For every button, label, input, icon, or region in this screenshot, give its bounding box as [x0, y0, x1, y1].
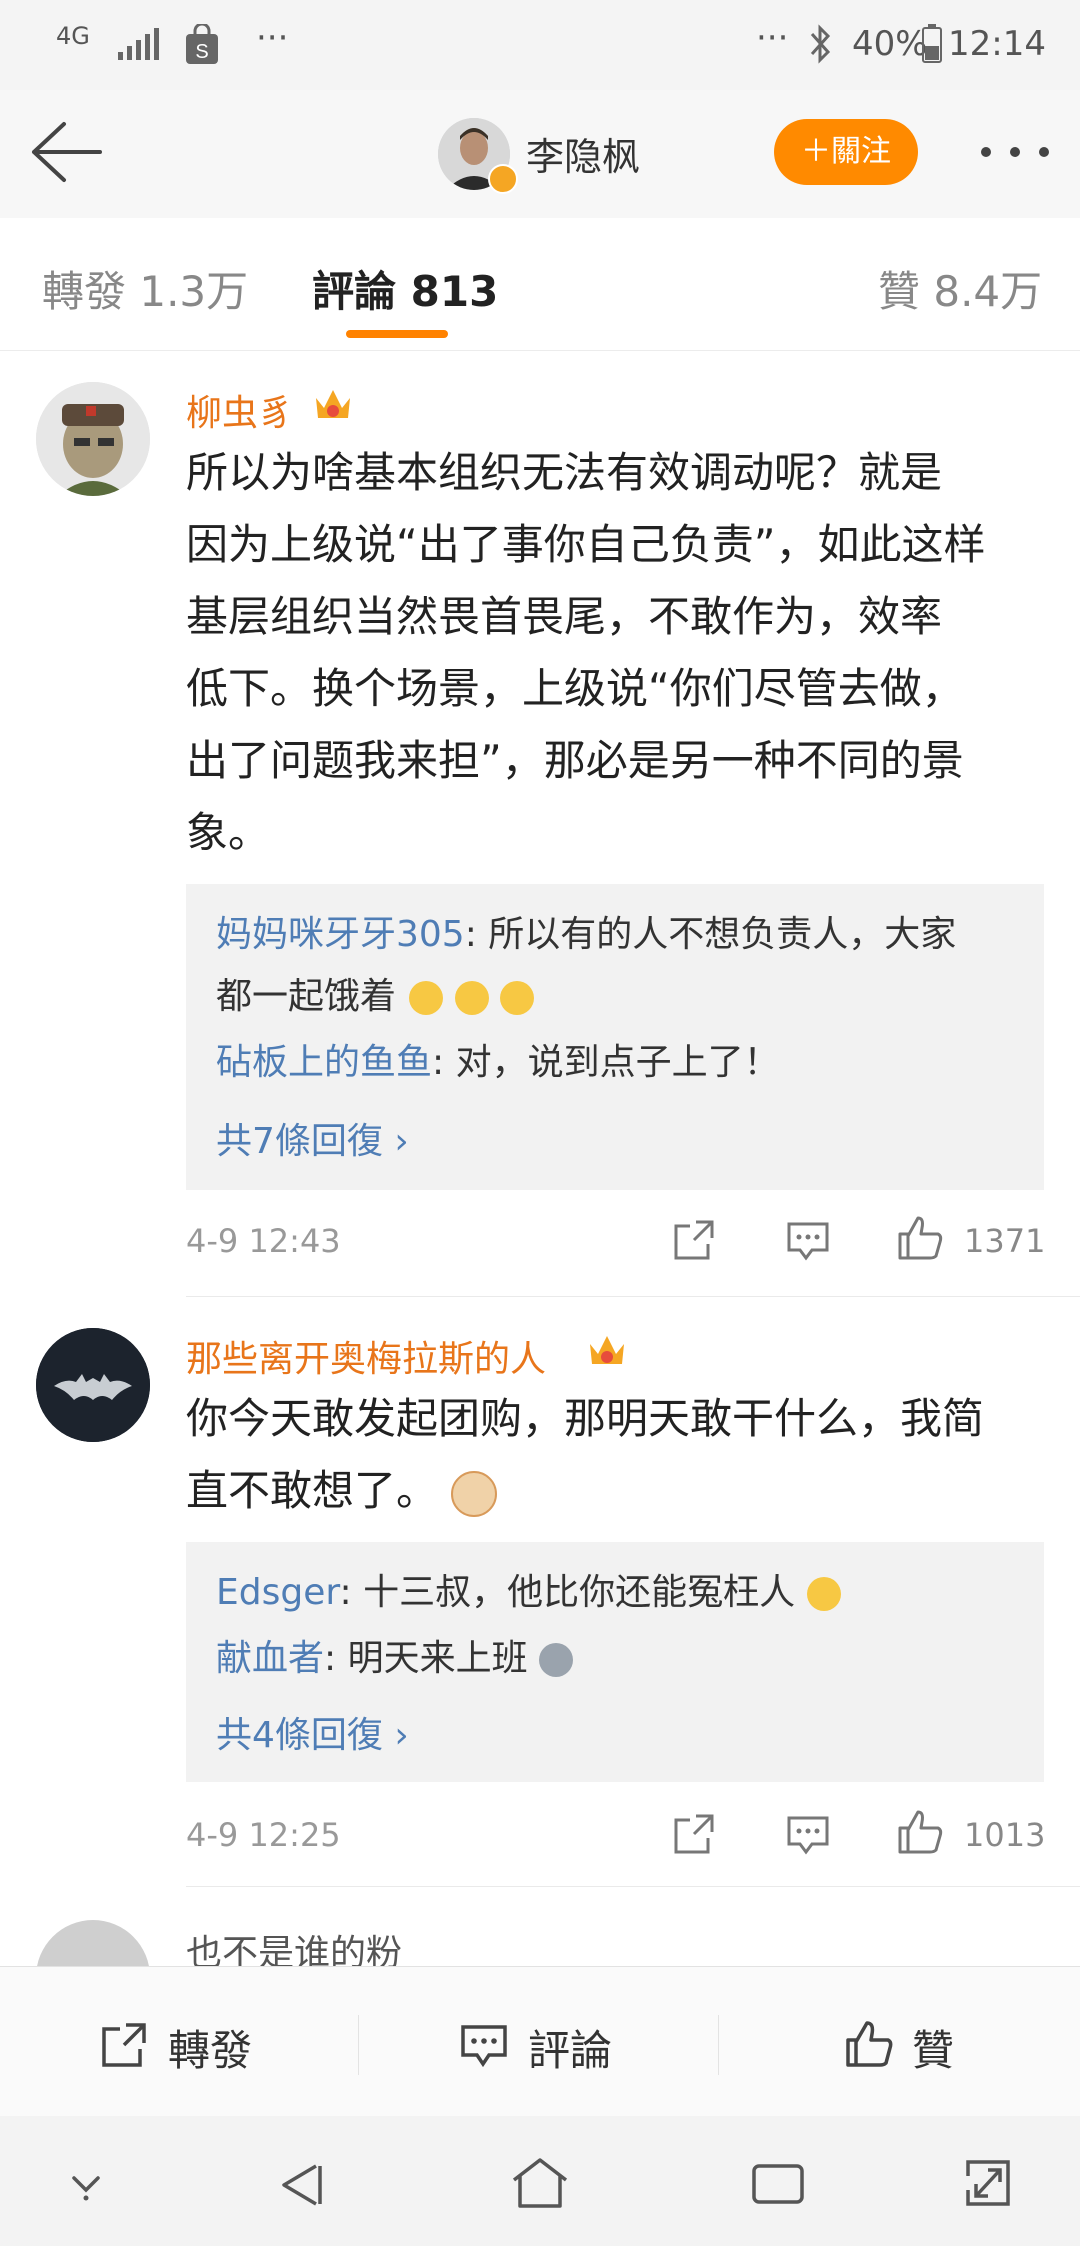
comment-line: 因为上级说“出了事你自己负责”，如此这样	[186, 520, 986, 569]
vip-crown-icon	[590, 1336, 624, 1364]
follow-button[interactable]: ＋關注	[774, 119, 918, 185]
emoji-icon	[500, 981, 535, 1015]
bottom-action-bar: 轉發 評論 贊	[0, 1966, 1080, 2117]
reply-text: : 对，说到点子上了！	[432, 1042, 780, 1083]
comment-time: 4-9 12:25	[186, 1816, 341, 1854]
comment-icon[interactable]	[786, 1220, 830, 1262]
comment-icon[interactable]	[786, 1814, 830, 1856]
reply-username[interactable]: Edsger	[216, 1572, 340, 1613]
tab-likes[interactable]: 贊 8.4万	[878, 258, 1042, 319]
repost-icon[interactable]	[672, 1812, 716, 1856]
svg-text:S: S	[195, 41, 208, 63]
view-all-replies-link[interactable]: 共4條回復 ›	[216, 1706, 409, 1758]
reply-text: : 十三叔，他比你还能冤枉人	[339, 1572, 796, 1613]
reply-username[interactable]: 献血者	[216, 1638, 324, 1679]
fullscreen-toggle-icon[interactable]	[962, 2156, 1014, 2210]
comment-text: 所以为啥基本组织无法有效调动呢？就是 因为上级说“出了事你自己负责”，如此这样 …	[186, 437, 1046, 869]
header: 李隐枫 ＋關注	[0, 90, 1080, 219]
reply-text: : 明天来上班	[324, 1638, 528, 1679]
comment-line: 所以为啥基本组织无法有效调动呢？就是	[186, 448, 943, 497]
tab-reposts[interactable]: 轉發 1.3万	[42, 258, 248, 319]
reply-item: 献血者: 明天来上班	[216, 1628, 1016, 1690]
comment-line: 低下。换个场景，上级说“你们尽管去做，	[186, 664, 964, 713]
clock: 12:14	[948, 24, 1046, 64]
like-count: 1371	[964, 1222, 1046, 1260]
view-all-replies-link[interactable]: 共7條回復 ›	[216, 1112, 409, 1164]
comment-time: 4-9 12:43	[186, 1222, 341, 1260]
commenter-name[interactable]: 那些离开奥梅拉斯的人	[186, 1330, 546, 1382]
home-nav-icon[interactable]	[510, 2156, 570, 2210]
reply-item: 砧板上的鱼鱼: 对，说到点子上了！	[216, 1032, 1016, 1094]
reply-item: 妈妈咪牙牙305: 所以有的人不想负责人，大家	[216, 904, 1016, 966]
reply-item: Edsger: 十三叔，他比你还能冤枉人	[216, 1562, 1016, 1624]
commenter-avatar[interactable]	[36, 382, 150, 496]
shopping-bag-icon: S	[186, 24, 218, 64]
status-bar: 4G S ··· ··· 40% 12:14	[0, 0, 1080, 90]
back-nav-icon[interactable]	[276, 2160, 326, 2210]
reply-username[interactable]: 砧板上的鱼鱼	[216, 1042, 432, 1083]
separator	[718, 2015, 719, 2075]
network-4g-icon: 4G	[56, 22, 90, 50]
like-label: 贊	[912, 2026, 955, 2075]
comment-line: 象。	[186, 808, 271, 857]
comment-divider	[186, 1886, 1080, 1887]
comment-line: 直不敢想了。	[186, 1455, 1046, 1527]
more-status-icon: ···	[756, 18, 789, 58]
battery-icon	[922, 24, 942, 63]
tab-comments[interactable]: 評論 813	[312, 258, 498, 319]
like-thumb-icon[interactable]	[896, 1214, 944, 1262]
verified-badge-icon	[488, 164, 518, 194]
husky-emoji-icon	[539, 1643, 574, 1677]
repost-icon	[102, 2023, 146, 2067]
network-label: 4G	[56, 22, 90, 50]
reply-item-continued: 都一起饿着	[216, 966, 1016, 1028]
commenter-avatar[interactable]	[36, 1328, 150, 1442]
comment-line: 你今天敢发起团购，那明天敢干什么，我简	[186, 1394, 985, 1443]
reply-preview-box[interactable]: 妈妈咪牙牙305: 所以有的人不想负责人，大家 都一起饿着 砧板上的鱼鱼: 对，…	[186, 884, 1044, 1190]
comment-line: 基层组织当然畏首畏尾，不敢作为，效率	[186, 592, 943, 641]
bluetooth-icon	[810, 24, 831, 64]
emoji-icon	[454, 981, 489, 1015]
hide-keyboard-icon[interactable]	[66, 2172, 106, 2202]
battery-percent: 40%	[852, 24, 928, 64]
repost-label: 轉發	[168, 2026, 253, 2075]
more-notifications-icon: ···	[256, 18, 289, 58]
reply-username[interactable]: 妈妈咪牙牙305	[216, 914, 465, 955]
comment-icon	[461, 2025, 507, 2068]
tab-bar: 轉發 1.3万 評論 813 贊 8.4万	[0, 218, 1080, 351]
commenter-name[interactable]: 柳虫豸	[186, 384, 294, 436]
separator	[358, 2015, 359, 2075]
repost-icon[interactable]	[672, 1218, 716, 1262]
laugh-cry-emoji-icon	[806, 1577, 841, 1611]
reply-text: 都一起饿着	[216, 976, 397, 1017]
system-nav-bar	[0, 2116, 1080, 2246]
active-tab-indicator	[346, 330, 448, 338]
like-count: 1013	[964, 1816, 1046, 1854]
reply-text: : 所以有的人不想负责人，大家	[464, 914, 957, 955]
back-arrow-icon[interactable]	[28, 120, 104, 184]
signal-icon	[118, 28, 159, 60]
page-title: 李隐枫	[526, 135, 641, 179]
recent-apps-icon[interactable]	[750, 2162, 806, 2206]
more-options-icon[interactable]	[978, 142, 1052, 162]
comment-label: 評論	[528, 2026, 613, 2075]
like-thumb-icon	[846, 2021, 893, 2067]
cat-emoji-icon	[451, 1470, 498, 1517]
emoji-icon	[409, 981, 444, 1015]
comment-divider	[186, 1296, 1080, 1297]
vip-crown-icon	[316, 390, 350, 418]
reply-preview-box[interactable]: Edsger: 十三叔，他比你还能冤枉人 献血者: 明天来上班 共4條回復 ›	[186, 1542, 1044, 1782]
comment-line-text: 直不敢想了。	[186, 1466, 439, 1515]
like-thumb-icon[interactable]	[896, 1808, 944, 1856]
comment-text: 你今天敢发起团购，那明天敢干什么，我简 直不敢想了。	[186, 1383, 1046, 1527]
comment-line: 出了问题我来担”，那必是另一种不同的景	[186, 736, 964, 785]
